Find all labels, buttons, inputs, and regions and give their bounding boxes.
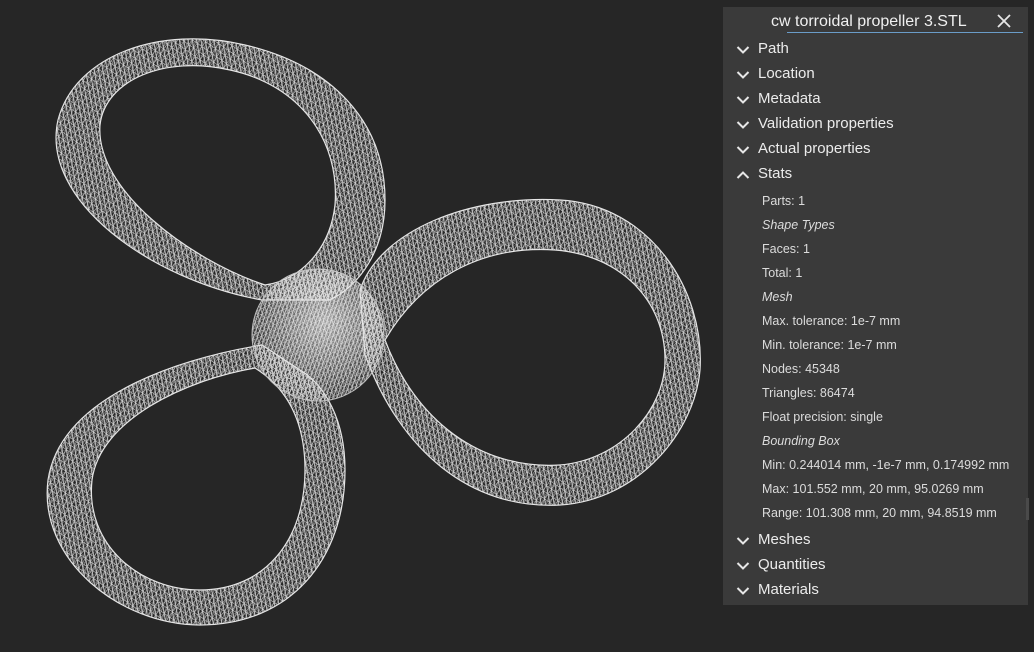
- section-label: Metadata: [758, 90, 821, 107]
- stat-heading-shape-types: Shape Types: [762, 218, 835, 232]
- section-label: Quantities: [758, 556, 826, 573]
- chevron-down-icon: [736, 562, 750, 570]
- close-icon: [997, 14, 1011, 28]
- section-label: Location: [758, 65, 815, 82]
- properties-panel: cw torroidal propeller 3.STL Path Locati…: [723, 7, 1028, 605]
- close-button[interactable]: [995, 12, 1013, 30]
- chevron-down-icon: [736, 71, 750, 79]
- panel-scroll-handle[interactable]: [1026, 498, 1029, 520]
- section-label: Validation properties: [758, 115, 894, 132]
- stat-parts: Parts: 1: [762, 194, 806, 208]
- section-stats[interactable]: Stats: [723, 162, 1028, 187]
- section-validation-properties[interactable]: Validation properties: [723, 112, 1028, 137]
- blade-upper-left: [55, 38, 386, 301]
- chevron-down-icon: [736, 121, 750, 129]
- file-name-title: cw torroidal propeller 3.STL: [771, 13, 967, 30]
- stat-float-precision: Float precision: single: [762, 410, 883, 424]
- panel-titlebar: cw torroidal propeller 3.STL: [723, 7, 1028, 35]
- chevron-up-icon: [736, 171, 750, 179]
- section-label: Actual properties: [758, 140, 871, 157]
- section-actual-properties[interactable]: Actual properties: [723, 137, 1028, 162]
- section-label: Stats: [758, 165, 793, 182]
- chevron-down-icon: [736, 46, 750, 54]
- stat-bbox-max: Max: 101.552 mm, 20 mm, 95.0269 mm: [762, 482, 984, 496]
- stat-triangles: Triangles: 86474: [762, 386, 855, 400]
- stat-max-tolerance: Max. tolerance: 1e-7 mm: [762, 314, 901, 328]
- section-label: Path: [758, 40, 789, 57]
- section-location[interactable]: Location: [723, 62, 1028, 87]
- chevron-down-icon: [736, 587, 750, 595]
- stat-min-tolerance: Min. tolerance: 1e-7 mm: [762, 338, 897, 352]
- stat-bbox-range: Range: 101.308 mm, 20 mm, 94.8519 mm: [762, 506, 997, 520]
- propeller-hub: [251, 268, 385, 402]
- section-meshes[interactable]: Meshes: [723, 528, 1028, 553]
- stat-heading-bounding-box: Bounding Box: [762, 434, 840, 448]
- section-quantities[interactable]: Quantities: [723, 553, 1028, 578]
- stat-heading-mesh: Mesh: [762, 290, 793, 304]
- stat-total: Total: 1: [762, 266, 803, 280]
- section-materials[interactable]: Materials: [723, 578, 1028, 603]
- chevron-down-icon: [736, 96, 750, 104]
- chevron-down-icon: [736, 537, 750, 545]
- title-underline: [787, 32, 1023, 33]
- section-label: Meshes: [758, 531, 811, 548]
- stat-faces: Faces: 1: [762, 242, 810, 256]
- stat-bbox-min: Min: 0.244014 mm, -1e-7 mm, 0.174992 mm: [762, 458, 1010, 472]
- section-label: Materials: [758, 581, 819, 598]
- chevron-down-icon: [736, 146, 750, 154]
- stat-nodes: Nodes: 45348: [762, 362, 840, 376]
- blade-right: [359, 198, 701, 506]
- section-metadata[interactable]: Metadata: [723, 87, 1028, 112]
- section-path[interactable]: Path: [723, 37, 1028, 62]
